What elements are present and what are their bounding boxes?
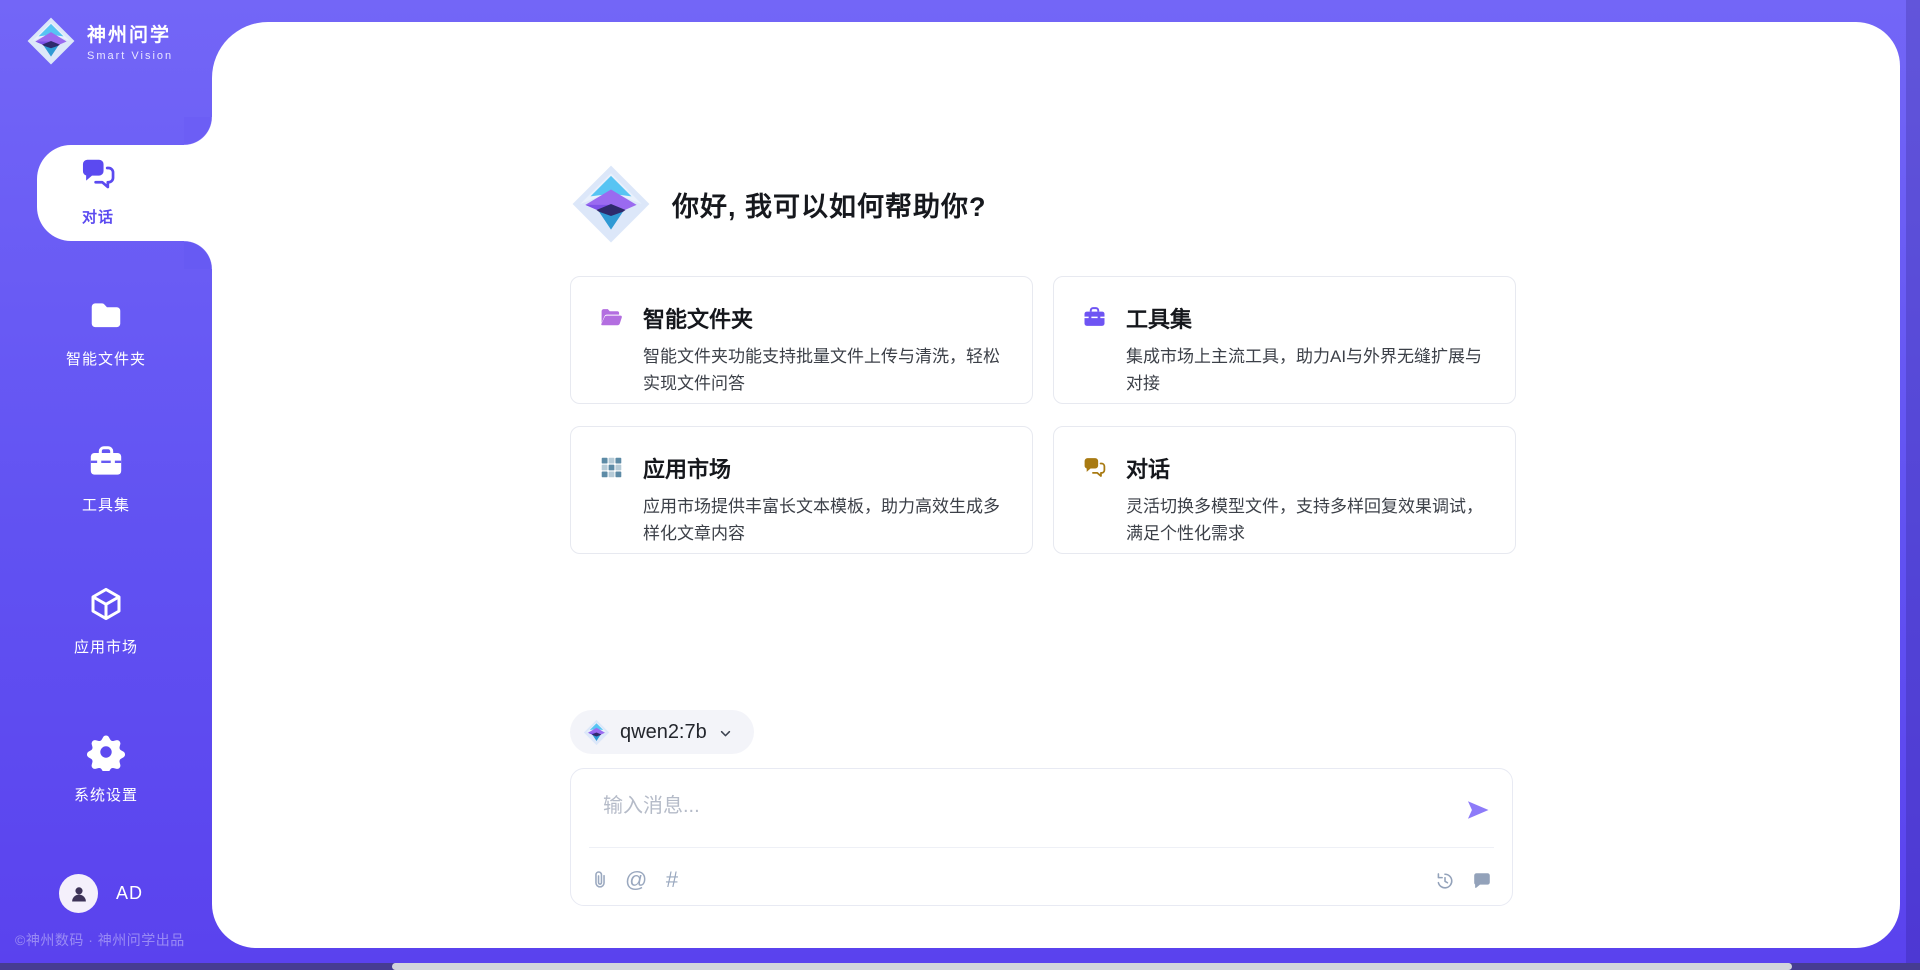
hash-icon[interactable]: # <box>661 869 683 891</box>
history-icon[interactable] <box>1434 870 1456 892</box>
card-title: 对话 <box>1126 452 1489 484</box>
model-name: qwen2:7b <box>620 721 707 744</box>
brand: 神州问学 Smart Vision <box>26 16 173 66</box>
app-window: 神州问学 Smart Vision 对话 智能文件夹 工具集 应用市场 系统设置 <box>0 0 1920 970</box>
chat-icon <box>1082 455 1107 480</box>
greeting-title: 你好, 我可以如何帮助你? <box>672 185 987 224</box>
message-input[interactable] <box>601 785 1425 827</box>
main-panel: 你好, 我可以如何帮助你? 智能文件夹 智能文件夹功能支持批量文件上传与清洗，轻… <box>212 22 1900 948</box>
copyright-footer: ©神州数码 · 神州问学出品 <box>15 930 185 950</box>
sidebar-item-label: 应用市场 <box>8 636 204 657</box>
brand-name: 神州问学 <box>87 20 173 47</box>
card-description: 应用市场提供丰富长文本模板，助力高效生成多样化文章内容 <box>643 493 1006 547</box>
sidebar-item-label: 对话 <box>37 206 159 227</box>
card-description: 智能文件夹功能支持批量文件上传与清洗，轻松实现文件问答 <box>643 343 1006 397</box>
send-button[interactable] <box>1464 796 1492 824</box>
horizontal-scrollbar-thumb[interactable] <box>392 963 1792 970</box>
gear-icon <box>87 733 125 771</box>
sidebar-item-chat[interactable]: 对话 <box>37 145 212 241</box>
brand-subtitle: Smart Vision <box>87 50 173 62</box>
toolbox-icon <box>1082 305 1107 330</box>
sidebar-item-settings[interactable]: 系统设置 <box>8 733 204 805</box>
diamond-logo-icon <box>26 16 76 66</box>
grid-icon <box>599 455 624 480</box>
feature-card-smart-folder[interactable]: 智能文件夹 智能文件夹功能支持批量文件上传与清洗，轻松实现文件问答 <box>570 276 1033 404</box>
hero: 你好, 我可以如何帮助你? <box>570 162 987 246</box>
chat-bubble-icon[interactable] <box>1471 870 1493 892</box>
card-title: 智能文件夹 <box>643 302 1006 334</box>
folder-open-icon <box>599 305 624 330</box>
feature-card-chat[interactable]: 对话 灵活切换多模型文件，支持多样回复效果调试，满足个性化需求 <box>1053 426 1516 554</box>
person-icon <box>68 883 90 905</box>
card-description: 灵活切换多模型文件，支持多样回复效果调试，满足个性化需求 <box>1126 493 1489 547</box>
folder-icon <box>87 297 125 335</box>
card-description: 集成市场上主流工具，助力AI与外界无缝扩展与对接 <box>1126 343 1489 397</box>
composer-divider <box>589 847 1494 848</box>
diamond-logo-icon <box>583 719 610 746</box>
user-name: AD <box>116 883 143 904</box>
card-title: 工具集 <box>1126 302 1489 334</box>
feature-card-app-market[interactable]: 应用市场 应用市场提供丰富长文本模板，助力高效生成多样化文章内容 <box>570 426 1033 554</box>
sidebar-item-label: 系统设置 <box>8 784 204 805</box>
user-profile[interactable]: AD <box>59 874 143 913</box>
feature-card-toolset[interactable]: 工具集 集成市场上主流工具，助力AI与外界无缝扩展与对接 <box>1053 276 1516 404</box>
avatar <box>59 874 98 913</box>
cube-icon <box>87 585 125 623</box>
diamond-logo-icon <box>570 162 652 246</box>
sidebar: 神州问学 Smart Vision 对话 智能文件夹 工具集 应用市场 系统设置 <box>0 0 212 970</box>
vertical-scrollbar-track[interactable] <box>1906 0 1920 963</box>
horizontal-scrollbar-track[interactable] <box>0 963 1920 970</box>
paperclip-icon[interactable] <box>589 869 611 891</box>
chat-icon <box>79 155 117 193</box>
composer: @ # <box>570 768 1513 906</box>
sidebar-item-label: 工具集 <box>8 494 204 515</box>
card-title: 应用市场 <box>643 452 1006 484</box>
composer-right-tools <box>1434 870 1493 892</box>
chevron-down-icon <box>717 725 734 742</box>
sidebar-item-toolset[interactable]: 工具集 <box>8 443 204 515</box>
model-selector[interactable]: qwen2:7b <box>570 710 754 754</box>
feature-cards: 智能文件夹 智能文件夹功能支持批量文件上传与清洗，轻松实现文件问答 工具集 集成… <box>570 276 1516 554</box>
sidebar-item-app-market[interactable]: 应用市场 <box>8 585 204 657</box>
sidebar-item-label: 智能文件夹 <box>8 348 204 369</box>
toolbox-icon <box>87 443 125 481</box>
send-icon <box>1464 796 1492 824</box>
at-icon[interactable]: @ <box>625 869 647 891</box>
composer-left-tools: @ # <box>589 869 683 891</box>
sidebar-item-smart-folder[interactable]: 智能文件夹 <box>8 297 204 369</box>
